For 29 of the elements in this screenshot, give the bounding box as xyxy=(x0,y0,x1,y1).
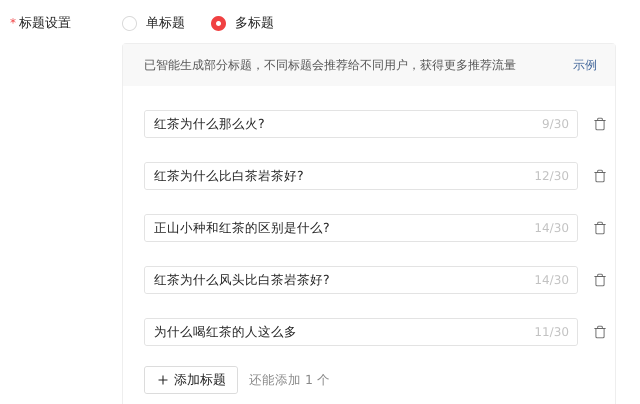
notice-text: 已智能生成部分标题，不同标题会推荐给不同用户，获得更多推荐流量 xyxy=(144,56,516,74)
title-input[interactable]: 红茶为什么风头比白茶岩茶好? 14/30 xyxy=(144,266,578,294)
plus-icon xyxy=(156,373,170,387)
title-text: 正山小种和红茶的区别是什么? xyxy=(154,220,330,236)
delete-icon[interactable] xyxy=(593,325,607,339)
remaining-hint: 还能添加 1 个 xyxy=(249,372,330,388)
required-mark: * xyxy=(10,16,16,30)
delete-icon[interactable] xyxy=(593,221,607,235)
delete-icon[interactable] xyxy=(593,117,607,131)
char-count: 14/30 xyxy=(534,273,569,287)
title-input[interactable]: 红茶为什么比白茶岩茶好? 12/30 xyxy=(144,162,578,190)
char-count: 11/30 xyxy=(534,325,569,339)
title-input[interactable]: 正山小种和红茶的区别是什么? 14/30 xyxy=(144,214,578,242)
radio-option[interactable]: 多标题 xyxy=(211,14,274,32)
field-label: 标题设置 xyxy=(19,15,71,32)
title-text: 红茶为什么比白茶岩茶好? xyxy=(154,168,304,184)
char-count: 12/30 xyxy=(534,169,569,183)
title-input[interactable]: 红茶为什么那么火? 9/30 xyxy=(144,110,578,138)
char-count: 9/30 xyxy=(542,117,569,131)
title-text: 红茶为什么那么火? xyxy=(154,116,265,132)
delete-icon[interactable] xyxy=(593,169,607,183)
example-link[interactable]: 示例 xyxy=(573,56,597,74)
title-input[interactable]: 为什么喝红茶的人这么多 11/30 xyxy=(144,318,578,346)
char-count: 14/30 xyxy=(534,221,569,235)
radio-option[interactable]: 单标题 xyxy=(122,14,185,32)
delete-icon[interactable] xyxy=(593,273,607,287)
title-text: 为什么喝红茶的人这么多 xyxy=(154,324,297,340)
title-text: 红茶为什么风头比白茶岩茶好? xyxy=(154,272,330,288)
add-title-button[interactable]: 添加标题 xyxy=(144,366,238,394)
